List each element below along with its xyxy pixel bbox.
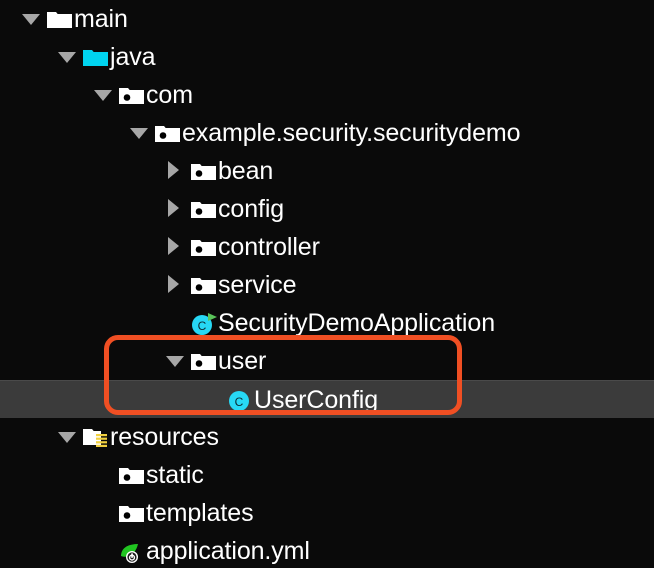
- tree-row[interactable]: java: [0, 38, 654, 76]
- tree-row-label: static: [146, 461, 204, 489]
- package-icon: [188, 152, 218, 190]
- indent-spacer: [0, 57, 54, 58]
- folder-source-icon: [80, 38, 110, 76]
- indent-spacer: [0, 19, 18, 20]
- tree-row-label: controller: [218, 233, 320, 261]
- indent-spacer: [0, 171, 162, 172]
- tree-row[interactable]: bean: [0, 152, 654, 190]
- indent-spacer: [0, 323, 162, 324]
- indent-spacer: [0, 285, 162, 286]
- tree-row[interactable]: static: [0, 456, 654, 494]
- tree-row[interactable]: resources: [0, 418, 654, 456]
- chevron-right-icon[interactable]: [162, 228, 188, 266]
- package-icon: [116, 456, 146, 494]
- indent-spacer: [0, 513, 90, 514]
- package-icon: [188, 228, 218, 266]
- twisty-placeholder: [90, 494, 116, 532]
- chevron-down-icon[interactable]: [54, 418, 80, 456]
- runnable-class-icon: C: [188, 304, 218, 342]
- chevron-down-icon[interactable]: [18, 0, 44, 38]
- package-icon: [188, 342, 218, 380]
- package-icon: [152, 114, 182, 152]
- tree-row[interactable]: config: [0, 190, 654, 228]
- chevron-down-icon[interactable]: [162, 342, 188, 380]
- tree-row-label: config: [218, 195, 285, 223]
- tree-row-label: resources: [110, 423, 219, 451]
- tree-row-label: service: [218, 271, 297, 299]
- chevron-down-icon[interactable]: [54, 38, 80, 76]
- tree-row[interactable]: service: [0, 266, 654, 304]
- indent-spacer: [0, 399, 198, 400]
- tree-row-label: templates: [146, 499, 254, 527]
- package-icon: [188, 266, 218, 304]
- tree-row-label: main: [74, 5, 128, 33]
- indent-spacer: [0, 475, 90, 476]
- folder-white-icon: [44, 0, 74, 38]
- package-icon: [116, 76, 146, 114]
- indent-spacer: [0, 361, 162, 362]
- chevron-down-icon[interactable]: [126, 114, 152, 152]
- tree-row[interactable]: C UserConfig: [0, 380, 654, 418]
- twisty-placeholder: [162, 304, 188, 342]
- package-icon: [116, 494, 146, 532]
- tree-row-label: java: [110, 43, 156, 71]
- class-icon: C: [224, 381, 254, 419]
- tree-row[interactable]: com: [0, 76, 654, 114]
- indent-spacer: [0, 95, 90, 96]
- tree-row[interactable]: main: [0, 0, 654, 38]
- tree-row-label: UserConfig: [254, 385, 379, 414]
- twisty-placeholder: [90, 532, 116, 568]
- tree-row-label: SecurityDemoApplication: [218, 309, 495, 337]
- tree-row-label: application.yml: [146, 537, 310, 565]
- tree-row[interactable]: C SecurityDemoApplication: [0, 304, 654, 342]
- tree-row[interactable]: templates: [0, 494, 654, 532]
- chevron-down-icon[interactable]: [90, 76, 116, 114]
- tree-row-label: com: [146, 81, 193, 109]
- spring-yaml-icon: [116, 532, 146, 568]
- indent-spacer: [0, 247, 162, 248]
- svg-text:C: C: [198, 319, 207, 333]
- project-tree[interactable]: main java com example.security.securitydemo…: [0, 0, 654, 568]
- project-tool-window: main java com example.security.securitydemo…: [0, 0, 654, 568]
- tree-row-label: example.security.securitydemo: [182, 119, 521, 147]
- tree-row-label: bean: [218, 157, 274, 185]
- twisty-placeholder: [90, 456, 116, 494]
- twisty-placeholder: [198, 381, 224, 419]
- chevron-right-icon[interactable]: [162, 152, 188, 190]
- indent-spacer: [0, 551, 90, 552]
- tree-row-label: user: [218, 347, 267, 375]
- package-icon: [188, 190, 218, 228]
- tree-row[interactable]: application.yml: [0, 532, 654, 568]
- tree-row[interactable]: controller: [0, 228, 654, 266]
- indent-spacer: [0, 133, 126, 134]
- chevron-right-icon[interactable]: [162, 190, 188, 228]
- resources-folder-icon: [80, 418, 110, 456]
- indent-spacer: [0, 437, 54, 438]
- indent-spacer: [0, 209, 162, 210]
- svg-text:C: C: [235, 395, 244, 409]
- tree-row[interactable]: example.security.securitydemo: [0, 114, 654, 152]
- chevron-right-icon[interactable]: [162, 266, 188, 304]
- tree-row[interactable]: user: [0, 342, 654, 380]
